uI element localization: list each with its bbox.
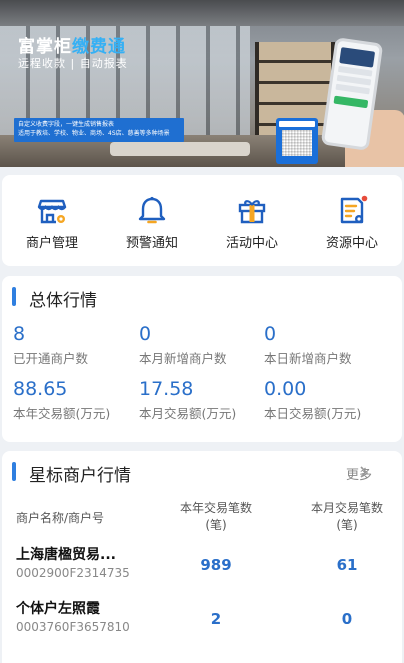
section-accent-bar [12, 287, 16, 306]
section-accent-bar [12, 462, 16, 481]
year-count: 989 [200, 556, 232, 574]
stat-value: 0 [264, 323, 277, 345]
menu-activity-center[interactable]: 活动中心 [202, 175, 302, 266]
stat-label: 本年交易额(万元) [13, 406, 111, 421]
column-header-year: 本年交易笔数 (笔) [179, 501, 252, 532]
overview-section: 总体行情 8 已开通商户数 0 本月新增商户数 0 本日新增商户数 88.65 … [2, 276, 402, 442]
brand-product: 缴费通 [72, 37, 126, 57]
month-count: 61 [336, 556, 358, 574]
column-header-month: 本月交易笔数 (笔) [310, 501, 383, 532]
chevron-right-icon[interactable] [356, 465, 370, 479]
brand-name: 富掌柜 [18, 37, 72, 57]
quick-menu: 商户管理 预警通知 活动中心 资源中心 [2, 175, 402, 266]
merchant-name: 个体户左照霞 [16, 601, 100, 617]
overview-header: 总体行情 [2, 276, 402, 318]
bell-icon [138, 196, 166, 224]
merchant-code: 0002900F2314735 [16, 566, 130, 580]
promo-banner[interactable]: 富掌柜缴费通 远程收款 | 自动报表 自定义收费字段，一键生成销售报表 适用于教… [0, 0, 404, 167]
banner-brand: 富掌柜缴费通 [18, 32, 126, 57]
stat-opened-merchants: 8 已开通商户数 [13, 324, 141, 367]
menu-label: 活动中心 [225, 236, 278, 251]
menu-merchant-management[interactable]: 商户管理 [2, 175, 102, 266]
merchant-name: 上海唐楹贸易... [16, 547, 116, 563]
stat-value: 0 [139, 323, 152, 345]
month-count: 0 [341, 610, 353, 628]
section-title: 星标商户行情 [29, 466, 131, 486]
store-gear-icon [37, 199, 67, 224]
stat-day-new-merchants: 0 本日新增商户数 [264, 324, 392, 367]
stat-day-amount: 0.00 本日交易额(万元) [264, 379, 392, 422]
menu-alert-notification[interactable]: 预警通知 [102, 175, 202, 266]
year-count: 2 [210, 610, 222, 628]
document-gear-icon [340, 195, 368, 224]
promo-line-1: 自定义收费字段，一键生成销售报表 [18, 121, 115, 128]
table-row[interactable]: 上海唐楹贸易... 0002900F2314735 989 61 [2, 544, 402, 590]
stat-month-amount: 17.58 本月交易额(万元) [139, 379, 267, 422]
menu-label: 资源中心 [325, 236, 378, 251]
star-merchants-header: 星标商户行情 更多 [2, 451, 402, 493]
star-merchants-section: 星标商户行情 更多 商户名称/商户号 本年交易笔数 (笔) 本月交易笔数 (笔)… [2, 451, 402, 663]
gift-icon [238, 200, 266, 224]
stat-label: 已开通商户数 [13, 351, 89, 366]
stat-year-amount: 88.65 本年交易额(万元) [13, 379, 141, 422]
menu-label: 商户管理 [25, 236, 78, 251]
banner-tagline: 远程收款 | 自动报表 [18, 57, 128, 70]
stat-value: 0.00 [264, 378, 307, 400]
stat-label: 本月交易额(万元) [139, 406, 237, 421]
stat-value: 88.65 [13, 378, 68, 400]
promo-line-2: 适用于教培、学校、物业、商场、4S店、慈善等多种场景 [18, 130, 170, 137]
menu-label: 预警通知 [125, 236, 178, 251]
table-row[interactable]: 个体户左照霞 0003760F3657810 2 0 [2, 598, 402, 644]
menu-resource-center[interactable]: 资源中心 [302, 175, 402, 266]
stat-value: 17.58 [139, 378, 194, 400]
banner-promo-box: 自定义收费字段，一键生成销售报表 适用于教培、学校、物业、商场、4S店、慈善等多… [14, 118, 184, 142]
stat-month-new-merchants: 0 本月新增商户数 [139, 324, 267, 367]
stat-label: 本日新增商户数 [264, 351, 352, 366]
stat-value: 8 [13, 323, 26, 345]
qr-code-icon [276, 118, 318, 164]
stat-label: 本月新增商户数 [139, 351, 227, 366]
stat-label: 本日交易额(万元) [264, 406, 362, 421]
column-header-name: 商户名称/商户号 [16, 511, 105, 525]
section-title: 总体行情 [29, 291, 97, 311]
merchant-code: 0003760F3657810 [16, 620, 130, 634]
